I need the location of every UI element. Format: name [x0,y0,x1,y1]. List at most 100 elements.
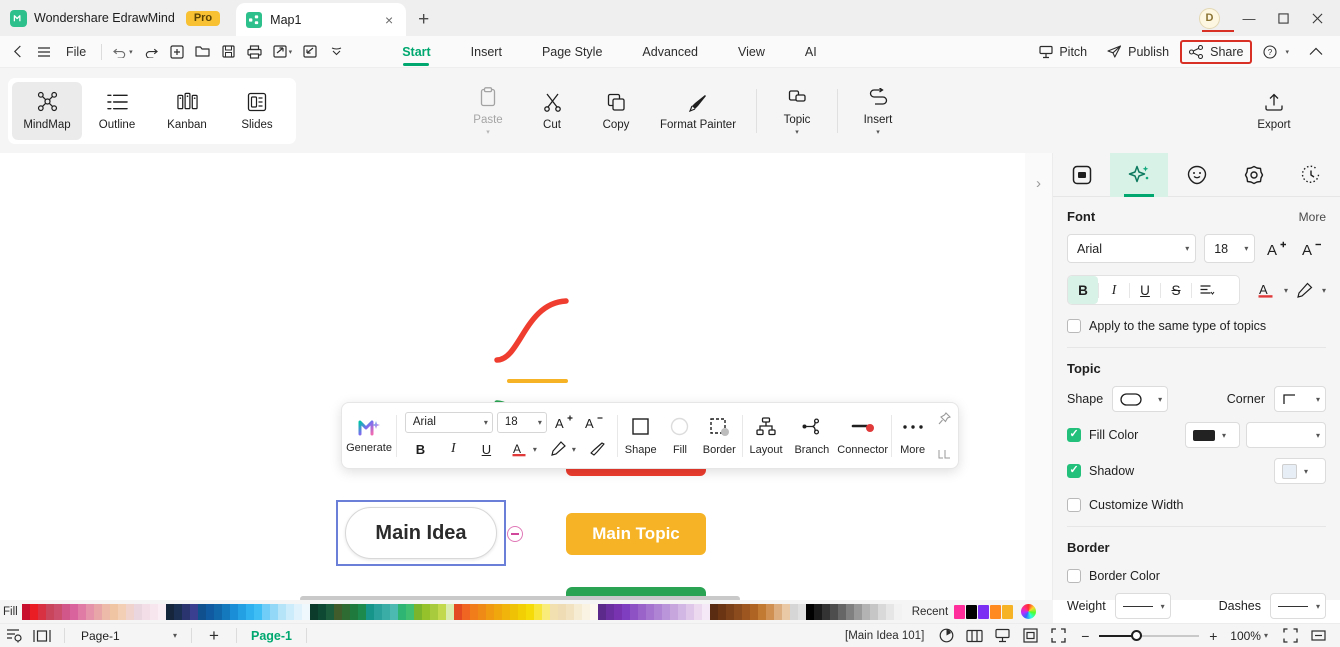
palette-swatch[interactable] [117,603,126,620]
export-button[interactable]: Export [1224,78,1324,144]
palette-swatch[interactable] [725,603,734,620]
fill-tool[interactable]: Fill [664,403,697,468]
palette-swatch[interactable] [269,603,278,620]
palette-swatch[interactable] [597,603,606,620]
pin-icon[interactable] [938,411,951,425]
redo-button[interactable] [139,39,163,65]
maximize-button[interactable] [1266,4,1300,32]
fit-page-button[interactable] [1276,625,1304,647]
palette-swatch[interactable] [29,603,38,620]
decrease-font-size-button[interactable]: A [581,411,607,433]
font-size-select[interactable]: 18 ▾ [496,411,547,433]
palette-swatch[interactable] [709,603,718,620]
mindmap-node-topic-2[interactable]: Main Topic [566,513,706,555]
palette-swatch[interactable] [621,603,630,620]
palette-swatch[interactable] [149,603,158,620]
open-file-icon[interactable] [191,39,215,65]
back-button[interactable] [6,39,30,65]
palette-swatch[interactable] [293,603,302,620]
palette-swatch[interactable] [325,603,334,620]
palette-swatch[interactable] [701,603,710,620]
fit-width-button[interactable] [1304,625,1332,647]
palette-swatch[interactable] [93,603,102,620]
format-painter-button[interactable]: Format Painter [648,78,748,144]
resize-handle-icon[interactable] [938,449,951,460]
corner-select[interactable]: ▾ [1274,386,1326,412]
palette-swatch[interactable] [613,603,622,620]
palette-swatch[interactable] [317,603,326,620]
palette-swatch[interactable] [237,603,246,620]
zoom-level-value[interactable]: 100% [1230,629,1261,643]
palette-swatch[interactable] [341,603,350,620]
palette-swatch[interactable] [445,603,454,620]
palette-swatch[interactable] [373,603,382,620]
palette-swatch[interactable] [517,603,526,620]
new-document-icon[interactable] [165,39,189,65]
presentation-mode-icon[interactable] [932,625,960,647]
palette-swatch[interactable] [205,603,214,620]
palette-swatch[interactable] [333,603,342,620]
palette-swatch[interactable] [101,603,110,620]
underline-button[interactable]: U [475,438,498,460]
tab-style-properties[interactable] [1110,152,1168,197]
palette-swatch[interactable] [221,603,230,620]
topic-button[interactable]: Topic ▾ [765,78,829,144]
font-color-caret[interactable]: ▾ [533,445,537,454]
recent-swatch[interactable] [990,604,1002,619]
palette-swatch[interactable] [381,603,390,620]
tab-page-style[interactable]: Page Style [522,36,622,68]
panel-strikethrough-button[interactable]: S [1161,276,1191,304]
palette-swatch[interactable] [821,603,830,620]
tab-page-properties[interactable] [1053,153,1110,197]
tab-ai[interactable]: AI [785,36,837,68]
palette-swatch[interactable] [485,603,494,620]
color-picker-wheel-icon[interactable] [1021,604,1037,619]
palette-swatch[interactable] [429,603,438,620]
palette-swatch[interactable] [245,603,254,620]
help-button[interactable]: ? ▾ [1254,40,1298,64]
export-dropdown-caret[interactable]: ▾ [289,48,293,56]
palette-swatch[interactable] [501,603,510,620]
palette-swatch[interactable] [533,603,542,620]
palette-swatch[interactable] [797,603,806,620]
palette-swatch[interactable] [109,603,118,620]
palette-swatch[interactable] [165,603,174,620]
border-dashes-select[interactable]: ▾ [1270,593,1326,619]
palette-swatch[interactable] [133,603,142,620]
palette-swatch[interactable] [853,603,862,620]
font-more-link[interactable]: More [1299,210,1326,224]
border-color-checkbox[interactable] [1067,569,1081,583]
print-icon[interactable] [243,39,267,65]
palette-swatch[interactable] [781,603,790,620]
brand-tab[interactable]: Wondershare EdrawMind Pro [0,0,232,36]
palette-swatch[interactable] [893,603,902,620]
document-tab-map1[interactable]: Map1 × [236,3,407,36]
more-tools-button[interactable]: More [891,403,934,468]
palette-swatch[interactable] [837,603,846,620]
palette-swatch[interactable] [509,603,518,620]
tab-start[interactable]: Start [382,36,450,68]
palette-swatch[interactable] [285,603,294,620]
palette-swatch[interactable] [349,603,358,620]
palette-swatch[interactable] [53,603,62,620]
palette-swatch[interactable] [229,603,238,620]
palette-swatch[interactable] [277,603,286,620]
palette-swatch[interactable] [741,603,750,620]
palette-swatch[interactable] [357,603,366,620]
palette-swatch[interactable] [189,603,198,620]
fill-color-checkbox[interactable] [1067,427,1081,442]
border-tool[interactable]: Border [696,403,742,468]
minimize-button[interactable]: — [1232,4,1266,32]
palette-swatch[interactable] [605,603,614,620]
recent-swatch[interactable] [954,604,966,619]
palette-swatch[interactable] [677,603,686,620]
layout-tool[interactable]: Layout [743,403,789,468]
panel-bold-button[interactable]: B [1068,276,1098,304]
help-dropdown-caret[interactable]: ▾ [1285,48,1289,56]
zoom-in-button[interactable]: + [1204,625,1222,647]
palette-swatch[interactable] [461,603,470,620]
palette-swatch[interactable] [661,603,670,620]
palette-swatch[interactable] [885,603,894,620]
apply-same-type-checkbox[interactable] [1067,319,1081,333]
clear-format-button[interactable] [586,438,609,460]
